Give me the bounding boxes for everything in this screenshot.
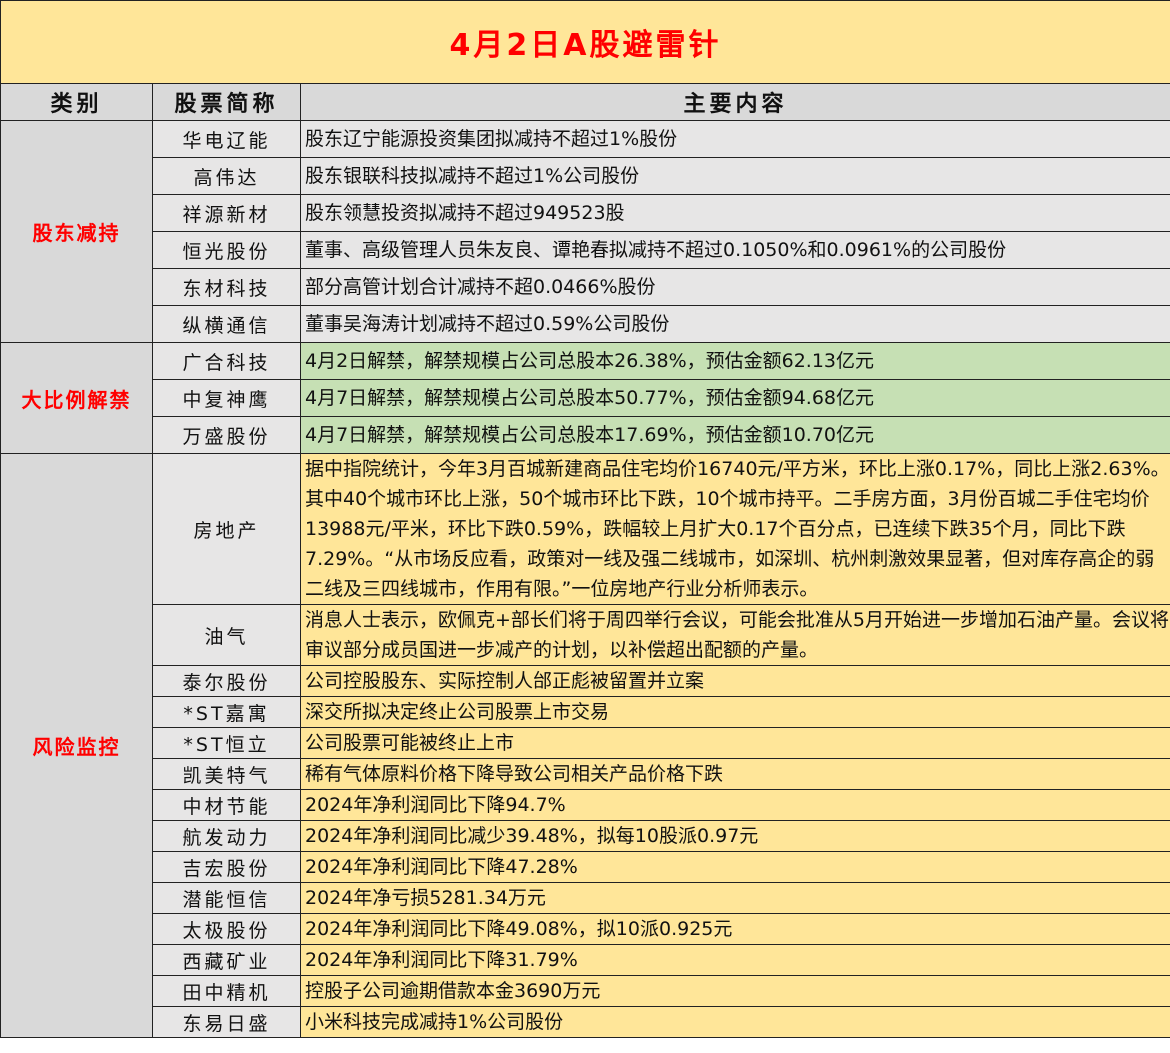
stock-name-cell: 西藏矿业	[152, 944, 301, 976]
stock-alert-table: 4月2日A股避雷针 类别 股票简称 主要内容 股东减持 华电辽能 股东辽宁能源投资集…	[0, 0, 1170, 1038]
table-row: 太极股份 2024年净利润同比下降49.08%，拟10派0.925元	[1, 913, 1170, 945]
stock-name-cell: 房地产	[152, 453, 301, 605]
table-row: 祥源新材 股东领慧投资拟减持不超过949523股	[1, 194, 1170, 232]
content-cell: 股东辽宁能源投资集团拟减持不超过1%股份	[299, 120, 1170, 158]
content-cell: 董事吴海涛计划减持不超过0.59%公司股份	[299, 305, 1170, 343]
content-cell: 股东银联科技拟减持不超过1%公司股份	[299, 157, 1170, 195]
content-cell: 2024年净利润同比下降49.08%，拟10派0.925元	[299, 913, 1170, 945]
content-cell: 股东领慧投资拟减持不超过949523股	[299, 194, 1170, 232]
table-row: 股东减持 华电辽能 股东辽宁能源投资集团拟减持不超过1%股份	[0, 120, 1170, 343]
content-cell: 控股子公司逾期借款本金3690万元	[299, 975, 1170, 1007]
content-cell: 深交所拟决定终止公司股票上市交易	[299, 696, 1170, 728]
stock-name-cell: 吉宏股份	[152, 851, 301, 883]
table-row: 中复神鹰 4月7日解禁，解禁规模占公司总股本50.77%，预估金额94.68亿元	[1, 379, 1170, 417]
stock-name-cell: 中复神鹰	[152, 379, 301, 417]
stock-name-cell: 高伟达	[152, 157, 301, 195]
stock-name-cell: 中材节能	[152, 789, 301, 821]
content-cell: 2024年净利润同比下降31.79%	[299, 944, 1170, 976]
table-row: *ST嘉寓 深交所拟决定终止公司股票上市交易	[1, 696, 1170, 728]
content-cell: 小米科技完成减持1%公司股份	[299, 1006, 1170, 1038]
content-cell: 公司控股股东、实际控制人邰正彪被留置并立案	[299, 665, 1170, 697]
table-row: 潜能恒信 2024年净亏损5281.34万元	[1, 882, 1170, 914]
stock-name-cell: *ST嘉寓	[152, 696, 301, 728]
page-title: 4月2日A股避雷针	[0, 0, 1170, 84]
table-row: 田中精机 控股子公司逾期借款本金3690万元	[1, 975, 1170, 1007]
content-cell: 稀有气体原料价格下降导致公司相关产品价格下跌	[299, 758, 1170, 790]
table-row: 高伟达 股东银联科技拟减持不超过1%公司股份	[1, 157, 1170, 195]
stock-name-cell: 油气	[152, 604, 301, 666]
stock-name-cell: 航发动力	[152, 820, 301, 852]
table-row: 吉宏股份 2024年净利润同比下降47.28%	[1, 851, 1170, 883]
table-row: 大比例解禁 广合科技 4月2日解禁，解禁规模占公司总股本26.38%，预估金额62.…	[0, 342, 1170, 454]
content-cell: 2024年净利润同比减少39.48%，拟每10股派0.97元	[299, 820, 1170, 852]
stock-name-cell: 凯美特气	[152, 758, 301, 790]
category-cell: 风险监控	[0, 453, 153, 1038]
table-row: 西藏矿业 2024年净利润同比下降31.79%	[1, 944, 1170, 976]
table-row: 风险监控 房地产 据中指院统计，今年3月百城新建商品住宅均价16740元/平方米，环…	[0, 453, 1170, 1038]
content-cell: 公司股票可能被终止上市	[299, 727, 1170, 759]
table-row: *ST恒立 公司股票可能被终止上市	[1, 727, 1170, 759]
stock-name-cell: 田中精机	[152, 975, 301, 1007]
content-cell: 4月7日解禁，解禁规模占公司总股本50.77%，预估金额94.68亿元	[299, 379, 1170, 417]
table-row: 纵横通信 董事吴海涛计划减持不超过0.59%公司股份	[1, 305, 1170, 343]
stock-name-cell: 万盛股份	[152, 416, 301, 454]
content-cell: 2024年净利润同比下降94.7%	[299, 789, 1170, 821]
stock-name-cell: *ST恒立	[152, 727, 301, 759]
table-row: 东易日盛 小米科技完成减持1%公司股份	[1, 1006, 1170, 1038]
table-row: 油气 消息人士表示，欧佩克+部长们将于周四举行会议，可能会批准从5月开始进一步增加…	[1, 604, 1170, 666]
stock-name-cell: 华电辽能	[152, 120, 301, 158]
stock-name-cell: 泰尔股份	[152, 665, 301, 697]
content-cell: 据中指院统计，今年3月百城新建商品住宅均价16740元/平方米，环比上涨0.17…	[299, 453, 1170, 605]
header-category: 类别	[0, 83, 153, 121]
category-cell: 股东减持	[0, 120, 153, 343]
content-cell: 4月2日解禁，解禁规模占公司总股本26.38%，预估金额62.13亿元	[299, 342, 1170, 380]
stock-name-cell: 潜能恒信	[152, 882, 301, 914]
table-row: 东材科技 部分高管计划合计减持不超0.0466%股份	[1, 268, 1170, 306]
table-row: 万盛股份 4月7日解禁，解禁规模占公司总股本17.69%，预估金额10.70亿元	[1, 416, 1170, 454]
header-stock: 股票简称	[152, 83, 301, 121]
content-cell: 2024年净利润同比下降47.28%	[299, 851, 1170, 883]
table-row: 凯美特气 稀有气体原料价格下降导致公司相关产品价格下跌	[1, 758, 1170, 790]
content-cell: 4月7日解禁，解禁规模占公司总股本17.69%，预估金额10.70亿元	[299, 416, 1170, 454]
table-row: 航发动力 2024年净利润同比减少39.48%，拟每10股派0.97元	[1, 820, 1170, 852]
table-row: 恒光股份 董事、高级管理人员朱友良、谭艳春拟减持不超过0.1050%和0.0961…	[1, 231, 1170, 269]
table-row: 泰尔股份 公司控股股东、实际控制人邰正彪被留置并立案	[1, 665, 1170, 697]
content-cell: 部分高管计划合计减持不超0.0466%股份	[299, 268, 1170, 306]
stock-name-cell: 广合科技	[152, 342, 301, 380]
header-content: 主要内容	[299, 83, 1170, 121]
stock-name-cell: 祥源新材	[152, 194, 301, 232]
stock-name-cell: 东易日盛	[152, 1006, 301, 1038]
stock-name-cell: 恒光股份	[152, 231, 301, 269]
category-cell: 大比例解禁	[0, 342, 153, 454]
content-cell: 消息人士表示，欧佩克+部长们将于周四举行会议，可能会批准从5月开始进一步增加石油…	[299, 604, 1170, 666]
stock-name-cell: 纵横通信	[152, 305, 301, 343]
content-cell: 2024年净亏损5281.34万元	[299, 882, 1170, 914]
stock-name-cell: 太极股份	[152, 913, 301, 945]
content-cell: 董事、高级管理人员朱友良、谭艳春拟减持不超过0.1050%和0.0961%的公司…	[299, 231, 1170, 269]
table-row: 中材节能 2024年净利润同比下降94.7%	[1, 789, 1170, 821]
stock-name-cell: 东材科技	[152, 268, 301, 306]
